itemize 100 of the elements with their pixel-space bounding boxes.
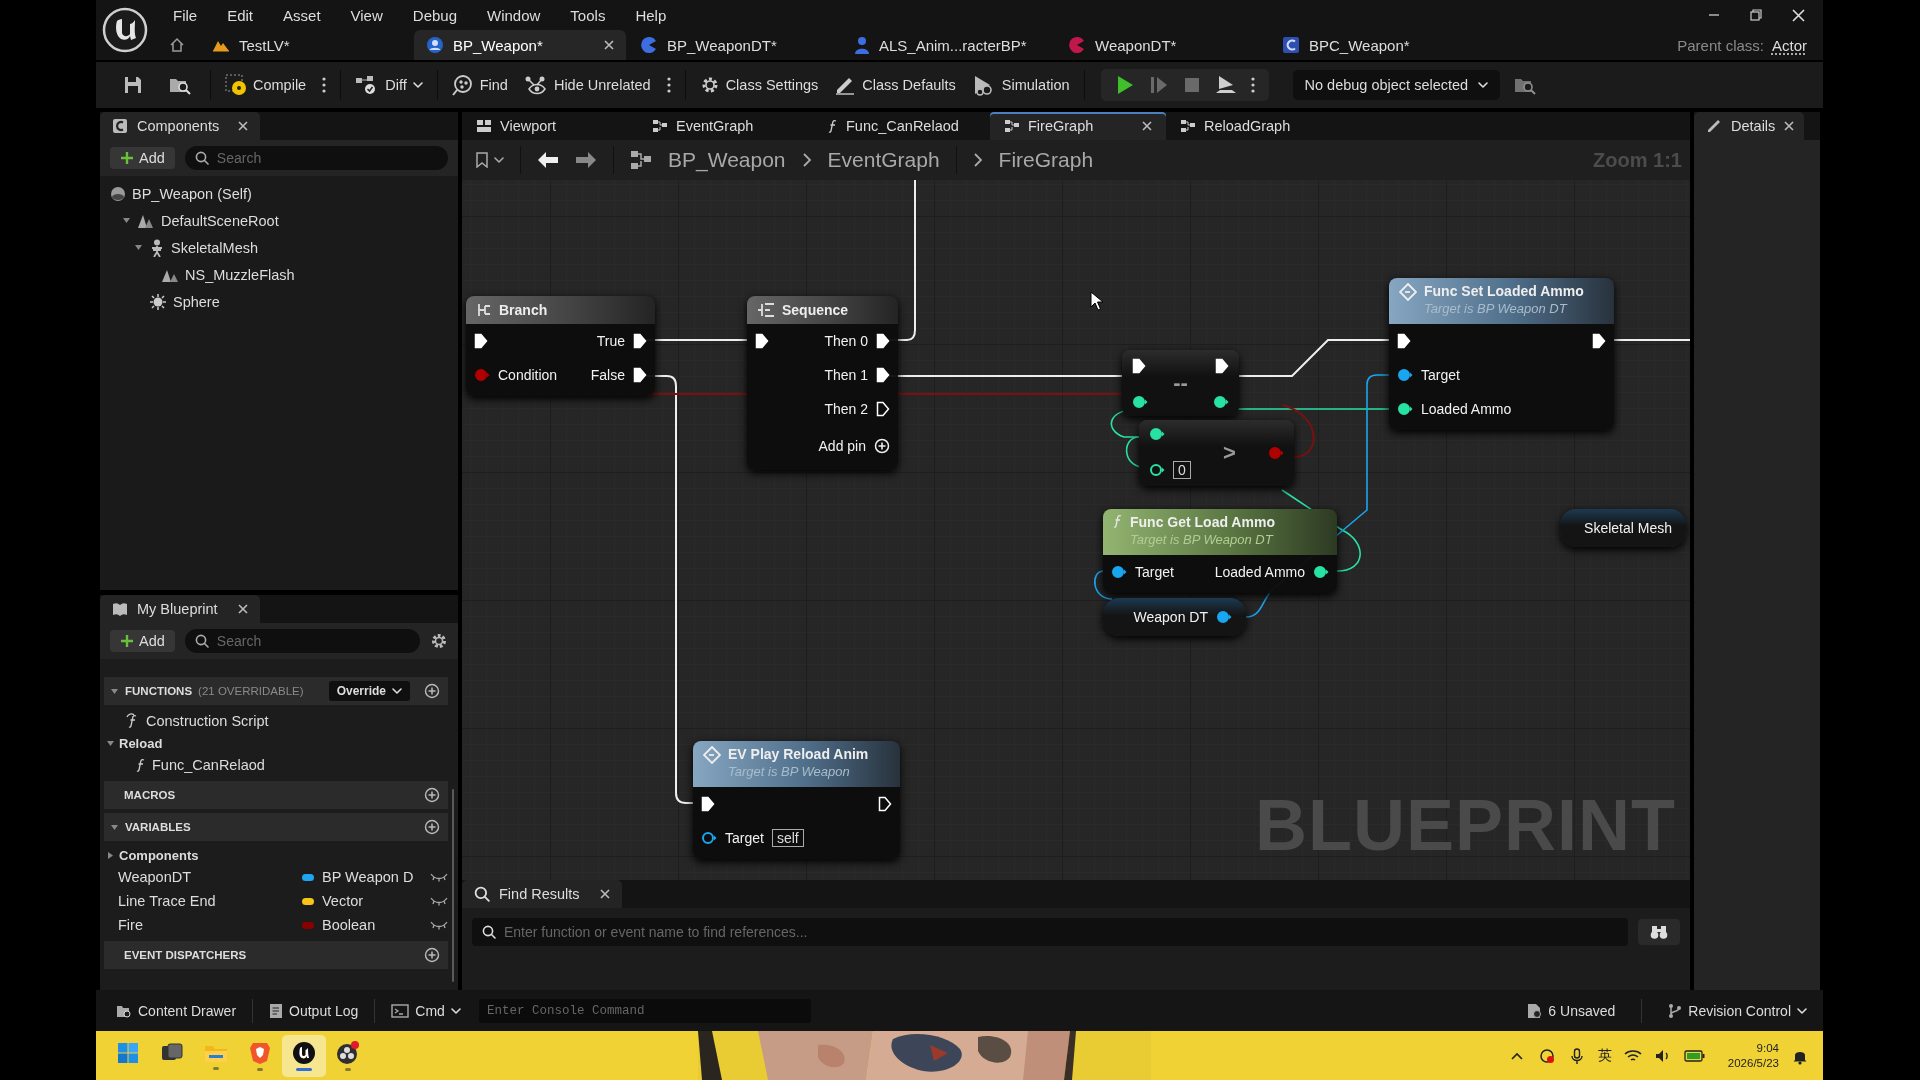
input-method-button[interactable]: 英 (1597, 1046, 1612, 1065)
debug-object-dropdown[interactable]: No debug object selected (1292, 70, 1501, 100)
status-button[interactable]: Revision Control (1660, 998, 1815, 1023)
graph-tab[interactable]: Func_CanRelaod (814, 112, 990, 140)
back-button[interactable] (537, 151, 559, 169)
battery-icon (1683, 1048, 1706, 1063)
variable-item[interactable]: WeaponDT BP Weapon D (104, 865, 448, 889)
add-button[interactable] (424, 819, 440, 835)
bookmark-button[interactable] (476, 152, 504, 168)
section-header[interactable]: VARIABLES (104, 813, 448, 841)
add-button[interactable] (424, 947, 440, 963)
panel-tab[interactable]: Find Results (462, 880, 622, 908)
graph-node[interactable]: Func Set Loaded Ammo Target is BP Weapon DT Target Loaded Ammo (1389, 278, 1614, 430)
menu-item[interactable]: View (335, 2, 398, 28)
breadcrumb-link[interactable]: EventGraph (827, 148, 940, 172)
graph-node[interactable]: Func Get Load Ammo Target is BP Weapon DT Target Loaded Ammo (1103, 509, 1337, 593)
asset-tab[interactable]: BP_Weapon* (414, 30, 626, 60)
toolbar-button[interactable]: Diff (347, 71, 431, 99)
kebab-icon (1250, 77, 1255, 93)
category-item[interactable]: Components (104, 845, 448, 865)
menu-item[interactable]: Tools (555, 2, 621, 28)
asset-tab[interactable]: WeaponDT* (1056, 30, 1268, 60)
search-field[interactable]: Enter function or event name to find references... (472, 918, 1628, 946)
restore-button[interactable] (1750, 9, 1762, 21)
parent-class-link[interactable]: Actor (1772, 36, 1807, 54)
console-field[interactable]: Enter Console Command (478, 998, 811, 1023)
function-item[interactable]: Construction Script (104, 709, 448, 733)
toolbar-button[interactable]: Class Settings (691, 71, 827, 99)
search-field[interactable]: Search (184, 629, 420, 653)
menu-item[interactable]: Asset (268, 2, 336, 28)
battery-button[interactable] (1683, 1048, 1706, 1063)
clock-button[interactable]: 9:04 2026/5/23 (1727, 1040, 1779, 1071)
graph-node[interactable]: 0 > (1139, 420, 1294, 486)
toolbar-button[interactable]: Simulation (963, 70, 1078, 100)
log-icon (269, 1002, 284, 1019)
asset-tab[interactable]: BP_WeaponDT* (628, 30, 840, 60)
tree-item[interactable]: BP_Weapon (Self) (100, 180, 458, 207)
panel-tab[interactable]: Components (100, 112, 260, 140)
graph-tab[interactable]: FireGraph (990, 112, 1166, 140)
tree-item[interactable]: Sphere (100, 288, 458, 315)
graph-tab[interactable]: ReloadGraph (1166, 112, 1342, 140)
graph-node[interactable]: Branch True Condition False (466, 296, 655, 396)
menu-item[interactable]: Debug (397, 2, 472, 28)
panel-tab[interactable]: My Blueprint (100, 595, 260, 623)
menu-item[interactable]: Window (472, 2, 556, 28)
settings-button[interactable] (430, 632, 448, 650)
menu-item[interactable]: Edit (212, 2, 269, 28)
status-button[interactable]: Output Log (261, 998, 367, 1023)
graph-node[interactable]: Sequence Then 0 Then 1 Then 2 Add pin (747, 296, 898, 470)
default-value-field[interactable]: 0 (1173, 461, 1191, 479)
forward-button[interactable] (575, 151, 597, 169)
status-button[interactable]: Cmd (383, 998, 469, 1023)
search-icon (194, 151, 209, 165)
close-button[interactable] (1792, 8, 1805, 22)
toolbar-button[interactable]: Find (443, 70, 516, 100)
add-button[interactable]: Add (110, 147, 175, 169)
asset-tab[interactable]: ALS_Anim...racterBP* (842, 30, 1054, 60)
node-title: -- (1173, 370, 1188, 396)
toolbar-button[interactable]: Class Defaults (826, 71, 964, 99)
search-field[interactable]: Search (184, 146, 448, 170)
category-item[interactable]: Reload (104, 733, 448, 753)
section-header[interactable]: MACROS (104, 781, 448, 809)
override-dropdown[interactable]: Override (328, 681, 410, 701)
find-button[interactable] (1638, 919, 1680, 945)
add-button[interactable]: Add (110, 630, 175, 652)
graph-node[interactable]: EV Play Reload Anim Target is BP Weapon Target self (693, 741, 900, 859)
menu-item[interactable]: Help (620, 2, 682, 28)
scrollbar[interactable] (452, 789, 454, 982)
variable-node[interactable]: Weapon DT (1103, 598, 1246, 636)
graph-node[interactable]: -- (1122, 350, 1239, 416)
graph-tab[interactable]: Viewport (462, 112, 638, 140)
asset-tab[interactable]: BPC_Weapon* (1270, 30, 1482, 60)
taskbar-app-button[interactable] (282, 1034, 326, 1077)
graph-tab[interactable]: EventGraph (638, 112, 814, 140)
toolbar-button[interactable]: Hide Unrelated (515, 71, 659, 99)
add-button[interactable] (424, 787, 440, 803)
toolbar-button[interactable]: Compile (217, 70, 315, 100)
status-button[interactable]: Content Drawer (108, 998, 245, 1023)
add-pin-button[interactable]: Add pin (818, 438, 890, 454)
variable-item[interactable]: Line Trace End Vector (104, 889, 448, 913)
tree-item[interactable]: NS_MuzzleFlash (100, 261, 458, 288)
panel-tab[interactable]: Details (1694, 112, 1804, 140)
asset-tab[interactable]: TestLV* (200, 30, 412, 60)
close-icon (1784, 121, 1795, 131)
tree-item[interactable]: DefaultSceneRoot (100, 207, 458, 234)
breadcrumb-link[interactable]: BP_Weapon (668, 148, 786, 172)
variable-node[interactable]: Skeletal Mesh (1560, 509, 1686, 547)
status-button[interactable]: 6 Unsaved (1518, 998, 1624, 1023)
section-header[interactable]: EVENT DISPATCHERS (104, 941, 448, 969)
breadcrumb-link[interactable]: FireGraph (998, 148, 1094, 172)
section-header[interactable]: FUNCTIONS (21 OVERRIDABLE) Override (104, 677, 448, 705)
menu-item[interactable]: File (158, 2, 213, 28)
add-button[interactable] (424, 683, 440, 699)
tree-item[interactable]: SkeletalMesh (100, 234, 458, 261)
close-icon (604, 40, 614, 50)
graph-canvas[interactable] (462, 180, 1690, 880)
variable-item[interactable]: Fire Boolean (104, 913, 448, 937)
default-value-field[interactable]: self (771, 829, 804, 847)
function-item[interactable]: Func_CanRelaod (104, 753, 448, 777)
tray-icon-button[interactable] (1537, 1046, 1556, 1065)
